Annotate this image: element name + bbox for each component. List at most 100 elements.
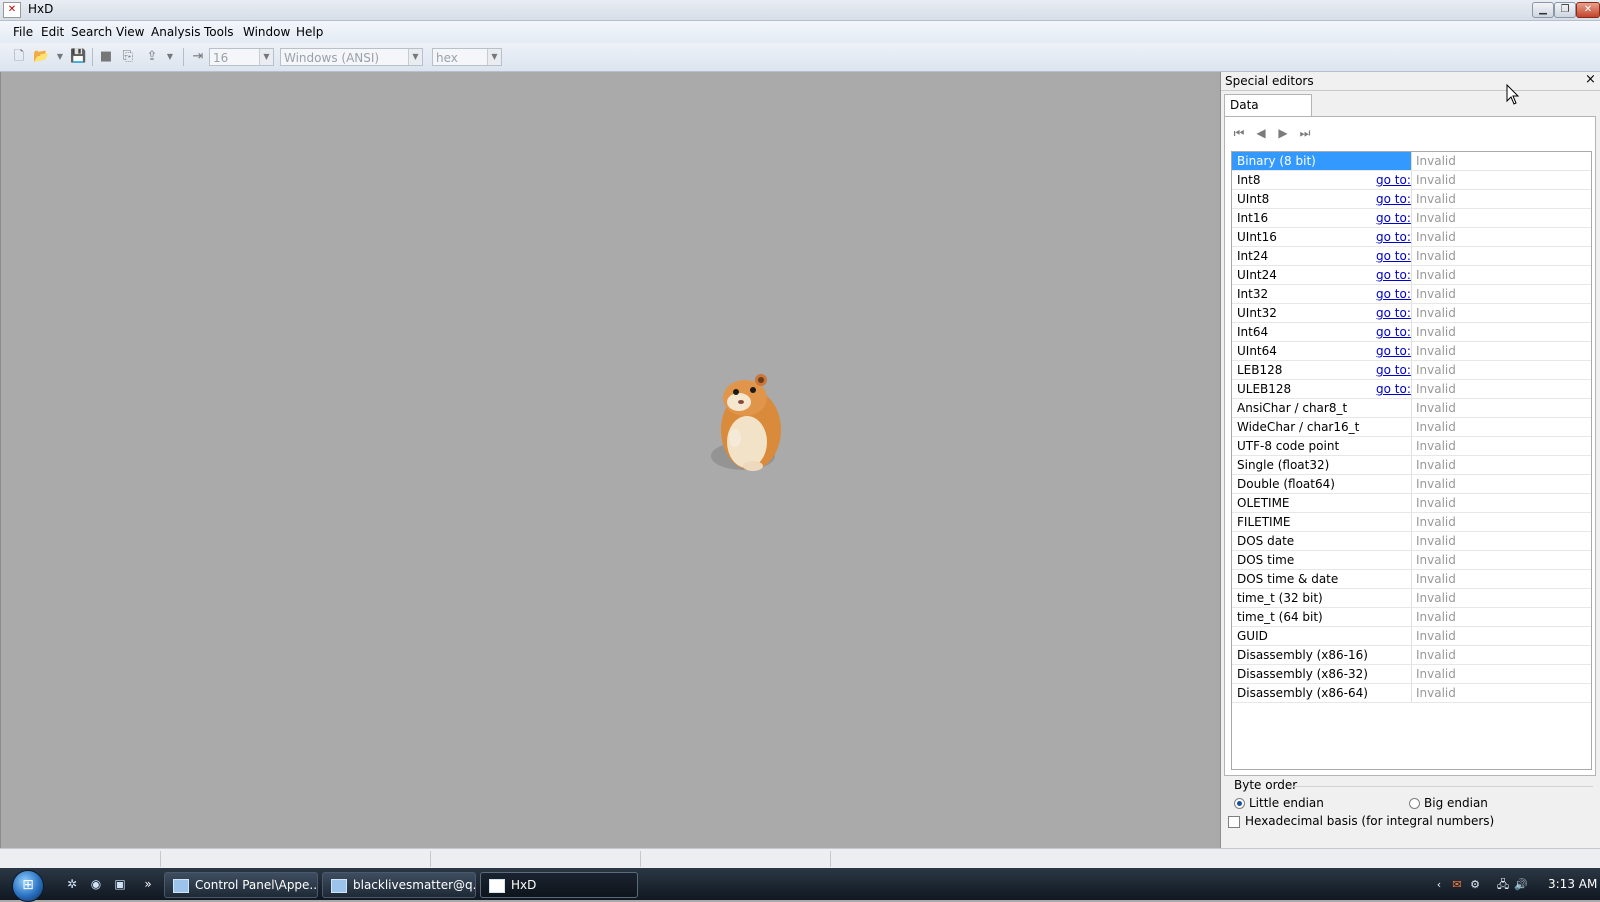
menu-analysis[interactable]: Analysis (151, 25, 200, 39)
taskbar-button-control-panel[interactable]: Control Panel\Appe... (164, 872, 318, 898)
quick-launch-overflow[interactable]: » (140, 876, 156, 892)
inspector-row-value[interactable]: Invalid (1416, 456, 1456, 474)
inspector-row-value[interactable]: Invalid (1416, 513, 1456, 531)
inspector-row-value[interactable]: Invalid (1416, 247, 1456, 265)
goto-link[interactable]: go to: (1376, 285, 1411, 303)
goto-link[interactable]: go to: (1376, 342, 1411, 360)
inspector-row[interactable]: LEB128 go to: Invalid (1232, 361, 1591, 380)
inspector-row[interactable]: Double (float64) Invalid (1232, 475, 1591, 494)
hex-basis-label[interactable]: Hexadecimal basis (for integral numbers) (1245, 814, 1494, 828)
goto-link[interactable]: go to: (1376, 190, 1411, 208)
inspector-row-value[interactable]: Invalid (1416, 190, 1456, 208)
inspector-row-type[interactable]: GUID (1232, 627, 1412, 645)
inspector-row-value[interactable]: Invalid (1416, 418, 1456, 436)
inspector-row-value[interactable]: Invalid (1416, 475, 1456, 493)
inspector-row-type[interactable]: WideChar / char16_t (1232, 418, 1412, 436)
next-icon[interactable]: ▶ (1275, 125, 1291, 141)
inspector-row-value[interactable]: Invalid (1416, 665, 1456, 683)
chevron-down-icon[interactable]: ▼ (487, 49, 501, 65)
dropdown-arrow-icon[interactable]: ▼ (52, 49, 68, 65)
inspector-row-value[interactable]: Invalid (1416, 285, 1456, 303)
close-panel-button[interactable]: × (1585, 72, 1596, 87)
hxd-logo-icon[interactable]: ✕ (3, 2, 21, 18)
inspector-row-type[interactable]: UTF-8 code point (1232, 437, 1412, 455)
inspector-row[interactable]: Int32 go to: Invalid (1232, 285, 1591, 304)
inspector-row[interactable]: Int24 go to: Invalid (1232, 247, 1591, 266)
inspector-row[interactable]: OLETIME Invalid (1232, 494, 1591, 513)
inspector-row-value[interactable]: Invalid (1416, 627, 1456, 645)
inspector-row-type[interactable]: Double (float64) (1232, 475, 1412, 493)
dropdown-arrow-icon[interactable]: ▼ (162, 49, 178, 65)
big-endian-label[interactable]: Big endian (1424, 796, 1488, 810)
inspector-row[interactable]: GUID Invalid (1232, 627, 1591, 646)
inspector-row[interactable]: UInt32 go to: Invalid (1232, 304, 1591, 323)
inspector-row[interactable]: AnsiChar / char8_t Invalid (1232, 399, 1591, 418)
inspector-row[interactable]: WideChar / char16_t Invalid (1232, 418, 1591, 437)
volume-icon[interactable]: 🔊 (1514, 878, 1528, 892)
offset-base-select[interactable]: hex ▼ (432, 48, 502, 66)
new-file-icon[interactable]: 🗋 (11, 49, 27, 65)
inspector-row-type[interactable]: DOS time (1232, 551, 1412, 569)
little-endian-label[interactable]: Little endian (1249, 796, 1324, 810)
menu-edit[interactable]: Edit (41, 25, 64, 39)
goto-link[interactable]: go to: (1376, 266, 1411, 284)
inspector-row-value[interactable]: Invalid (1416, 228, 1456, 246)
inspector-row-type[interactable]: FILETIME (1232, 513, 1412, 531)
close-file-icon[interactable]: ■ (98, 49, 114, 65)
big-endian-radio[interactable] (1409, 798, 1420, 809)
open-file-icon[interactable]: 📂 (33, 49, 49, 65)
previous-icon[interactable]: ◀ (1253, 125, 1269, 141)
inspector-row-value[interactable]: Invalid (1416, 323, 1456, 341)
chevron-down-icon[interactable]: ▼ (259, 49, 273, 65)
inspector-row-value[interactable]: Invalid (1416, 152, 1456, 170)
inspector-row[interactable]: Disassembly (x86-64) Invalid (1232, 684, 1591, 703)
goto-link[interactable]: go to: (1376, 323, 1411, 341)
inspector-row-value[interactable]: Invalid (1416, 380, 1456, 398)
inspector-row[interactable]: time_t (64 bit) Invalid (1232, 608, 1591, 627)
inspector-row[interactable]: time_t (32 bit) Invalid (1232, 589, 1591, 608)
inspector-row-value[interactable]: Invalid (1416, 361, 1456, 379)
inspector-row-value[interactable]: Invalid (1416, 266, 1456, 284)
minimize-button[interactable]: ▁ (1532, 2, 1554, 18)
tab-data-inspector[interactable]: Data inspector (1224, 94, 1312, 132)
menu-search[interactable]: Search (71, 25, 112, 39)
goto-link[interactable]: go to: (1376, 247, 1411, 265)
chevron-down-icon[interactable]: ▼ (408, 49, 422, 65)
menu-tools[interactable]: Tools (204, 25, 234, 39)
inspector-row[interactable]: DOS date Invalid (1232, 532, 1591, 551)
inspector-row-value[interactable]: Invalid (1416, 171, 1456, 189)
inspector-row-value[interactable]: Invalid (1416, 342, 1456, 360)
inspector-row[interactable]: UInt8 go to: Invalid (1232, 190, 1591, 209)
goto-link[interactable]: go to: (1376, 361, 1411, 379)
inspector-row[interactable]: ULEB128 go to: Invalid (1232, 380, 1591, 399)
goto-link[interactable]: go to: (1376, 304, 1411, 322)
inspector-row[interactable]: UTF-8 code point Invalid (1232, 437, 1591, 456)
quick-launch-icon-3[interactable]: ▣ (112, 876, 128, 892)
hex-basis-checkbox[interactable] (1228, 816, 1240, 828)
inspector-row-value[interactable]: Invalid (1416, 304, 1456, 322)
taskbar-button-browser[interactable]: blacklivesmatter@q... (322, 872, 476, 898)
quick-launch-icon-1[interactable]: ✲ (64, 876, 80, 892)
close-window-button[interactable]: ✕ (1576, 2, 1600, 18)
clock[interactable]: 3:13 AM (1548, 877, 1597, 891)
inspector-row[interactable]: Disassembly (x86-32) Invalid (1232, 665, 1591, 684)
inspector-row-type[interactable]: Binary (8 bit) (1232, 152, 1412, 170)
tray-app-icon[interactable]: ✉ (1450, 878, 1464, 892)
export-icon[interactable]: ⇪ (144, 49, 160, 65)
inspector-row[interactable]: Int16 go to: Invalid (1232, 209, 1591, 228)
inspector-row-value[interactable]: Invalid (1416, 532, 1456, 550)
data-inspector-grid[interactable]: Binary (8 bit) Invalid Int8 go to: Invalid UI… (1231, 151, 1592, 770)
menu-view[interactable]: View (116, 25, 144, 39)
inspector-row-type[interactable]: OLETIME (1232, 494, 1412, 512)
taskbar-button-hxd[interactable]: HxD (480, 872, 638, 898)
charset-select[interactable]: Windows (ANSI) ▼ (280, 48, 423, 66)
inspector-row-value[interactable]: Invalid (1416, 570, 1456, 588)
save-icon[interactable]: 💾 (70, 49, 86, 65)
inspector-row[interactable]: DOS time & date Invalid (1232, 570, 1591, 589)
inspector-row-value[interactable]: Invalid (1416, 551, 1456, 569)
start-button[interactable]: ⊞ (12, 870, 44, 902)
restore-button[interactable]: ❐ (1554, 2, 1576, 18)
inspector-row[interactable]: UInt16 go to: Invalid (1232, 228, 1591, 247)
inspector-row-type[interactable]: Disassembly (x86-16) (1232, 646, 1412, 664)
inspector-row-value[interactable]: Invalid (1416, 437, 1456, 455)
